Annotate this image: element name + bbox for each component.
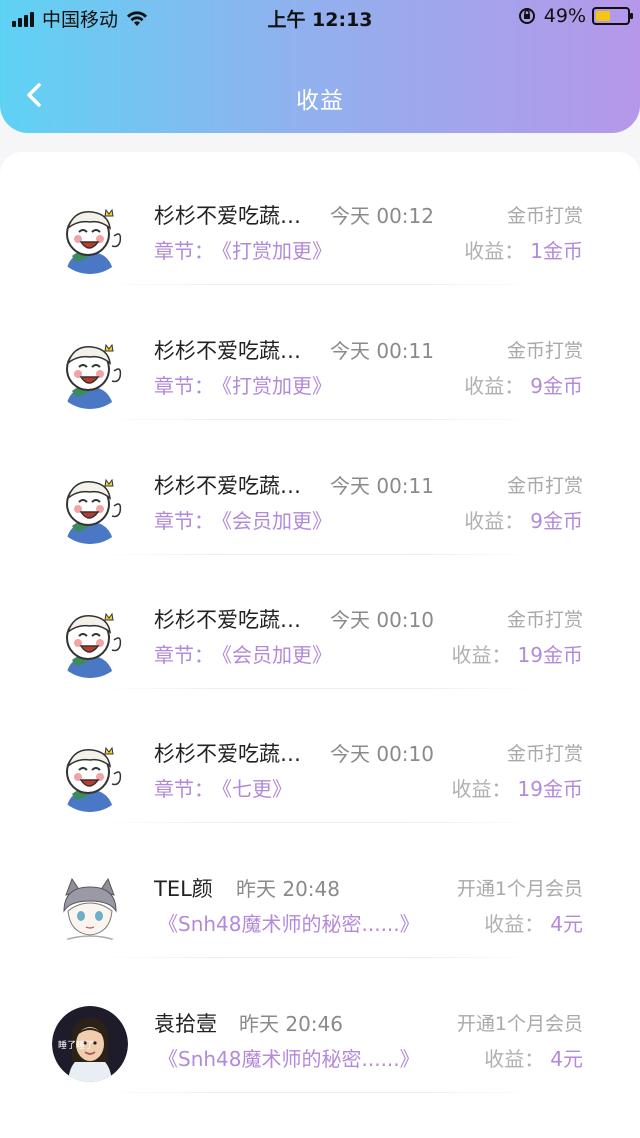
chapter-prefix: 章节： (154, 643, 214, 667)
rotation-lock-icon (518, 8, 535, 24)
earning-record[interactable]: TEL颜 昨天 20:48 开通1个月会员 《Snh48魔术师的秘密......… (0, 825, 640, 959)
header: 中国移动 上午 12:13 49% 收益 (0, 0, 640, 133)
row-divider (100, 554, 540, 555)
avatar[interactable] (52, 736, 128, 812)
earning-amount: 收益： 4元 (484, 1043, 583, 1072)
record-type: 金币打赏 (506, 340, 583, 362)
battery-percent: 49% (543, 5, 586, 27)
cartoon-boy-avatar-icon (52, 736, 128, 812)
earning-record[interactable]: 杉杉不爱吃蔬… 今天 00:11 金币打赏 章节： 《打赏加更》 收益： 9金币 (0, 287, 640, 421)
anime-cat-boy-avatar-icon (52, 871, 128, 947)
donor-name: 杉杉不爱吃蔬… (154, 742, 301, 766)
avatar[interactable] (52, 333, 128, 409)
cartoon-boy-avatar-icon (52, 333, 128, 409)
earning-record[interactable]: 睡了睡了 袁拾壹 昨天 20:46 开通1个月会员 《Snh48魔术师的秘密..… (0, 960, 640, 1094)
record-type: 金币打赏 (506, 475, 583, 497)
cartoon-boy-avatar-icon (52, 602, 128, 678)
donor-name: 杉杉不爱吃蔬… (154, 204, 301, 228)
chapter-title: 《Snh48魔术师的秘密......》 (158, 1047, 420, 1071)
status-bar: 中国移动 上午 12:13 49% (0, 0, 640, 34)
earning-label: 收益： (464, 239, 525, 263)
donor-name: 杉杉不爱吃蔬… (154, 339, 301, 363)
battery-icon (592, 7, 633, 25)
chapter-link[interactable]: 章节： 《七更》 (154, 773, 292, 802)
chapter-title: 《会员加更》 (222, 509, 332, 533)
record-time: 今天 00:11 (330, 339, 434, 363)
donor-name: TEL颜 (154, 877, 213, 901)
earning-label: 收益： (464, 509, 525, 533)
chapter-title: 《打赏加更》 (222, 239, 332, 263)
chapter-title: 《会员加更》 (222, 643, 332, 667)
page-title: 收益 (296, 88, 344, 114)
chapter-link[interactable]: 《Snh48魔术师的秘密......》 (158, 908, 420, 937)
row-divider (100, 822, 540, 823)
chapter-link[interactable]: 章节： 《会员加更》 (154, 639, 332, 668)
chapter-title: 《Snh48魔术师的秘密......》 (158, 912, 420, 936)
earning-amount: 收益： 4元 (484, 908, 583, 937)
record-time: 今天 00:10 (330, 742, 434, 766)
row-divider (100, 1092, 540, 1093)
donor-name: 杉杉不爱吃蔬… (154, 474, 301, 498)
avatar[interactable]: 睡了睡了 (52, 1006, 128, 1082)
earning-value: 9金币 (530, 509, 583, 533)
donor-name: 袁拾壹 (154, 1012, 217, 1036)
earning-record[interactable]: 杉杉不爱吃蔬… 今天 00:12 金币打赏 章节： 《打赏加更》 收益： 1金币 (0, 152, 640, 286)
cartoon-boy-avatar-icon (52, 198, 128, 274)
record-time: 今天 00:10 (330, 608, 434, 632)
earning-label: 收益： (484, 1047, 545, 1071)
earnings-list: 杉杉不爱吃蔬… 今天 00:12 金币打赏 章节： 《打赏加更》 收益： 1金币 杉… (0, 152, 640, 1138)
earning-record[interactable]: 杉杉不爱吃蔬… 今天 00:11 金币打赏 章节： 《会员加更》 收益： 9金币 (0, 422, 640, 556)
earning-record[interactable]: 杉杉不爱吃蔬… 今天 00:10 金币打赏 章节： 《七更》 收益： 19金币 (0, 690, 640, 824)
earning-label: 收益： (464, 374, 525, 398)
record-time: 昨天 20:46 (239, 1012, 343, 1036)
record-time: 今天 00:12 (330, 204, 434, 228)
earning-label: 收益： (484, 912, 545, 936)
donor-name: 杉杉不爱吃蔬… (154, 608, 301, 632)
avatar[interactable] (52, 871, 128, 947)
avatar-caption: 睡了睡了 (58, 1041, 95, 1051)
chapter-link[interactable]: 章节： 《打赏加更》 (154, 235, 332, 264)
chapter-prefix: 章节： (154, 777, 214, 801)
earning-amount: 收益： 19金币 (452, 639, 583, 668)
earning-amount: 收益： 19金币 (452, 773, 583, 802)
earning-amount: 收益： 1金币 (464, 235, 583, 264)
chapter-prefix: 章节： (154, 374, 214, 398)
row-divider (100, 419, 540, 420)
earning-value: 19金币 (517, 777, 583, 801)
row-divider (100, 957, 540, 958)
record-type: 金币打赏 (506, 205, 583, 227)
chapter-link[interactable]: 章节： 《打赏加更》 (154, 370, 332, 399)
chapter-prefix: 章节： (154, 509, 214, 533)
earning-label: 收益： (451, 643, 512, 667)
earning-value: 19金币 (517, 643, 583, 667)
chapter-link[interactable]: 章节： 《会员加更》 (154, 505, 332, 534)
record-type: 金币打赏 (506, 743, 583, 765)
avatar[interactable] (52, 602, 128, 678)
chapter-prefix: 章节： (154, 239, 214, 263)
earning-value: 4元 (550, 1047, 583, 1071)
avatar[interactable] (52, 468, 128, 544)
earning-amount: 收益： 9金币 (464, 505, 583, 534)
record-type: 金币打赏 (506, 609, 583, 631)
earning-value: 4元 (550, 912, 583, 936)
earning-value: 9金币 (530, 374, 583, 398)
earning-record[interactable]: 杉杉不爱吃蔬… 今天 00:10 金币打赏 章节： 《会员加更》 收益： 19金币 (0, 556, 640, 690)
chapter-title: 《七更》 (222, 777, 292, 801)
chapter-title: 《打赏加更》 (222, 374, 332, 398)
earning-amount: 收益： 9金币 (464, 370, 583, 399)
earning-value: 1金币 (530, 239, 583, 263)
row-divider (100, 284, 540, 285)
record-type: 开通1个月会员 (456, 878, 583, 900)
cartoon-boy-avatar-icon (52, 468, 128, 544)
avatar[interactable] (52, 198, 128, 274)
earning-label: 收益： (451, 777, 512, 801)
chapter-link[interactable]: 《Snh48魔术师的秘密......》 (158, 1043, 420, 1072)
record-type: 开通1个月会员 (456, 1013, 583, 1035)
record-time: 今天 00:11 (330, 474, 434, 498)
record-time: 昨天 20:48 (236, 877, 340, 901)
row-divider (100, 688, 540, 689)
